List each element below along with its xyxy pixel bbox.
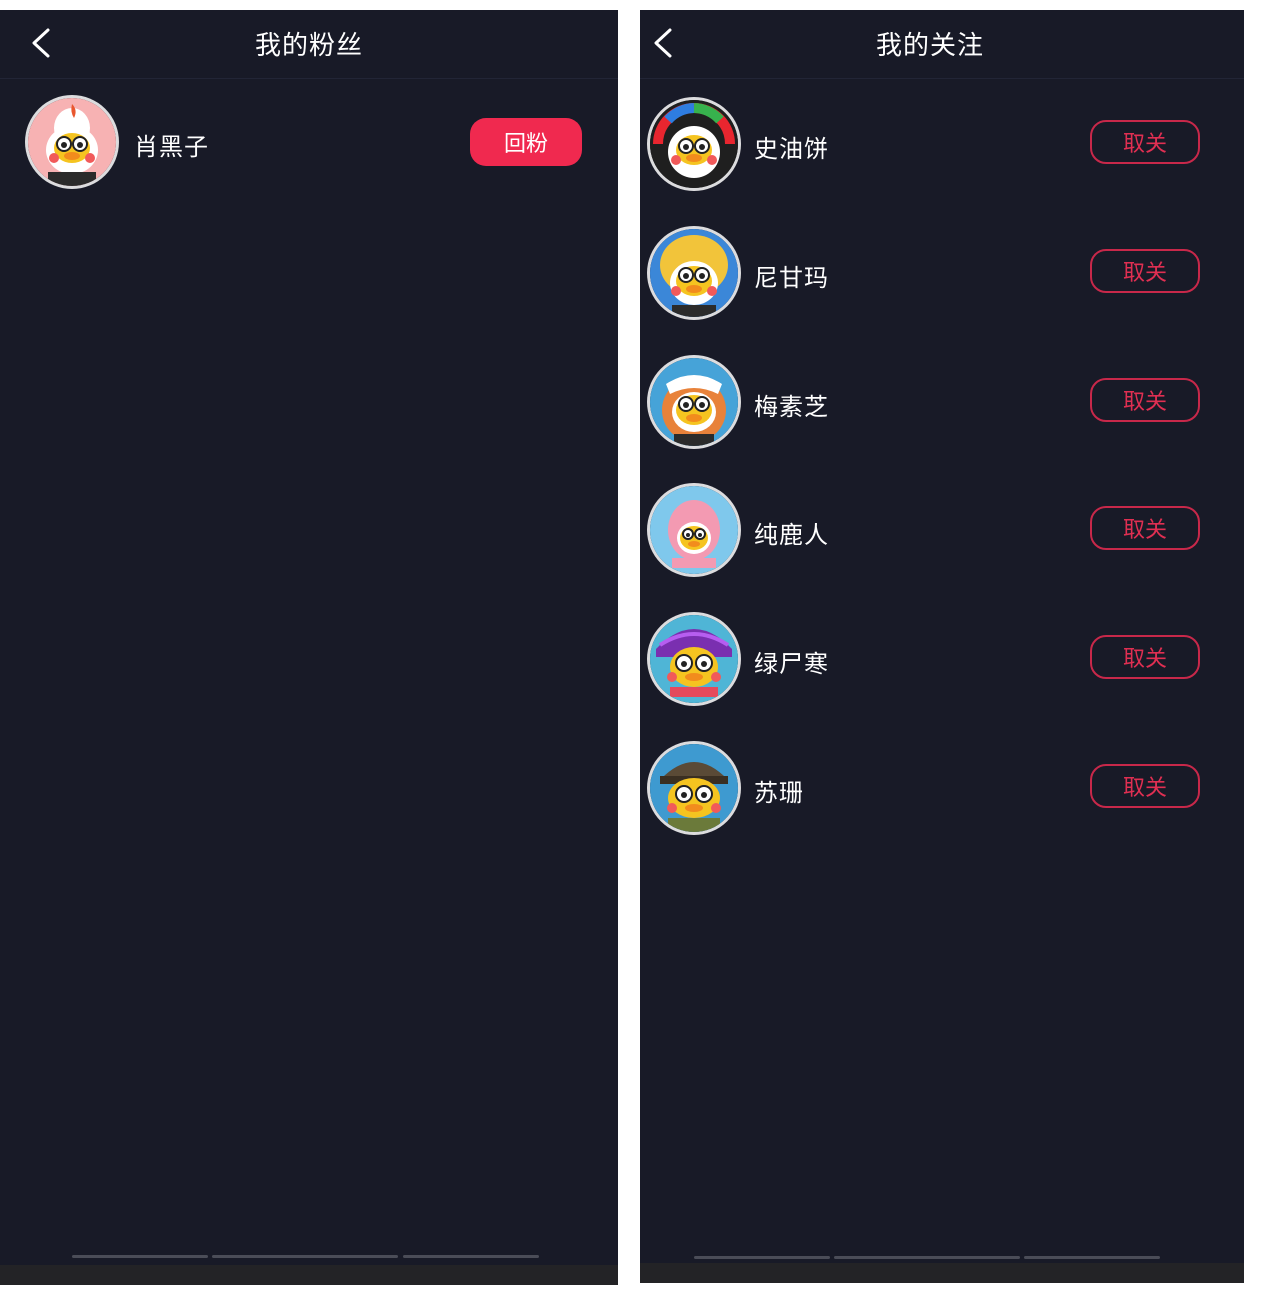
user-name: 苏珊 xyxy=(754,779,804,807)
user-name: 绿尸寒 xyxy=(754,650,829,678)
scroll-indicator xyxy=(834,1256,1020,1259)
duck-avatar-icon xyxy=(650,486,738,574)
following-header: 我的关注 xyxy=(640,10,1244,79)
user-name: 梅素芝 xyxy=(754,393,829,421)
avatar[interactable] xyxy=(650,229,738,317)
fans-screen: 我的粉丝 肖黑子 回粉 xyxy=(0,10,618,1285)
follow-back-button[interactable]: 回粉 xyxy=(470,118,582,166)
following-list-item[interactable]: 绿尸寒 取关 xyxy=(640,615,1244,715)
avatar[interactable] xyxy=(650,358,738,446)
following-list-item[interactable]: 苏珊 取关 xyxy=(640,744,1244,844)
user-name: 纯鹿人 xyxy=(754,521,829,549)
bottom-bar xyxy=(0,1265,618,1285)
scroll-indicator xyxy=(212,1255,398,1258)
avatar[interactable] xyxy=(650,486,738,574)
duck-avatar-icon xyxy=(650,358,738,446)
duck-avatar-icon xyxy=(650,100,738,188)
following-list-item[interactable]: 梅素芝 取关 xyxy=(640,358,1244,458)
following-list-item[interactable]: 史油饼 取关 xyxy=(640,100,1244,200)
avatar[interactable] xyxy=(28,98,116,186)
duck-avatar-icon xyxy=(650,744,738,832)
unfollow-button[interactable]: 取关 xyxy=(1090,764,1200,808)
unfollow-button[interactable]: 取关 xyxy=(1090,120,1200,164)
unfollow-button[interactable]: 取关 xyxy=(1090,635,1200,679)
avatar[interactable] xyxy=(650,100,738,188)
scroll-indicator xyxy=(1024,1256,1160,1259)
duck-avatar-icon xyxy=(650,615,738,703)
user-name: 肖黑子 xyxy=(134,133,209,161)
unfollow-button[interactable]: 取关 xyxy=(1090,506,1200,550)
fans-header: 我的粉丝 xyxy=(0,10,618,79)
page-title: 我的关注 xyxy=(875,31,984,61)
following-list-item[interactable]: 纯鹿人 取关 xyxy=(640,486,1244,586)
user-name: 尼甘玛 xyxy=(754,264,829,292)
scroll-indicator xyxy=(403,1255,539,1258)
unfollow-button[interactable]: 取关 xyxy=(1090,378,1200,422)
page-title: 我的粉丝 xyxy=(254,31,363,61)
unfollow-button[interactable]: 取关 xyxy=(1090,249,1200,293)
scroll-indicator xyxy=(72,1255,208,1258)
bottom-bar xyxy=(640,1263,1244,1283)
following-list-item[interactable]: 尼甘玛 取关 xyxy=(640,229,1244,329)
avatar[interactable] xyxy=(650,744,738,832)
duck-avatar-icon xyxy=(28,98,116,186)
fan-list-item[interactable]: 肖黑子 回粉 xyxy=(0,98,618,198)
avatar[interactable] xyxy=(650,615,738,703)
user-name: 史油饼 xyxy=(754,135,829,163)
duck-avatar-icon xyxy=(650,229,738,317)
following-screen: 我的关注 史油饼 取关 尼甘玛 取关 梅素芝 取关 纯鹿人 取关 绿尸寒 取关 … xyxy=(640,10,1244,1283)
scroll-indicator xyxy=(694,1256,830,1259)
